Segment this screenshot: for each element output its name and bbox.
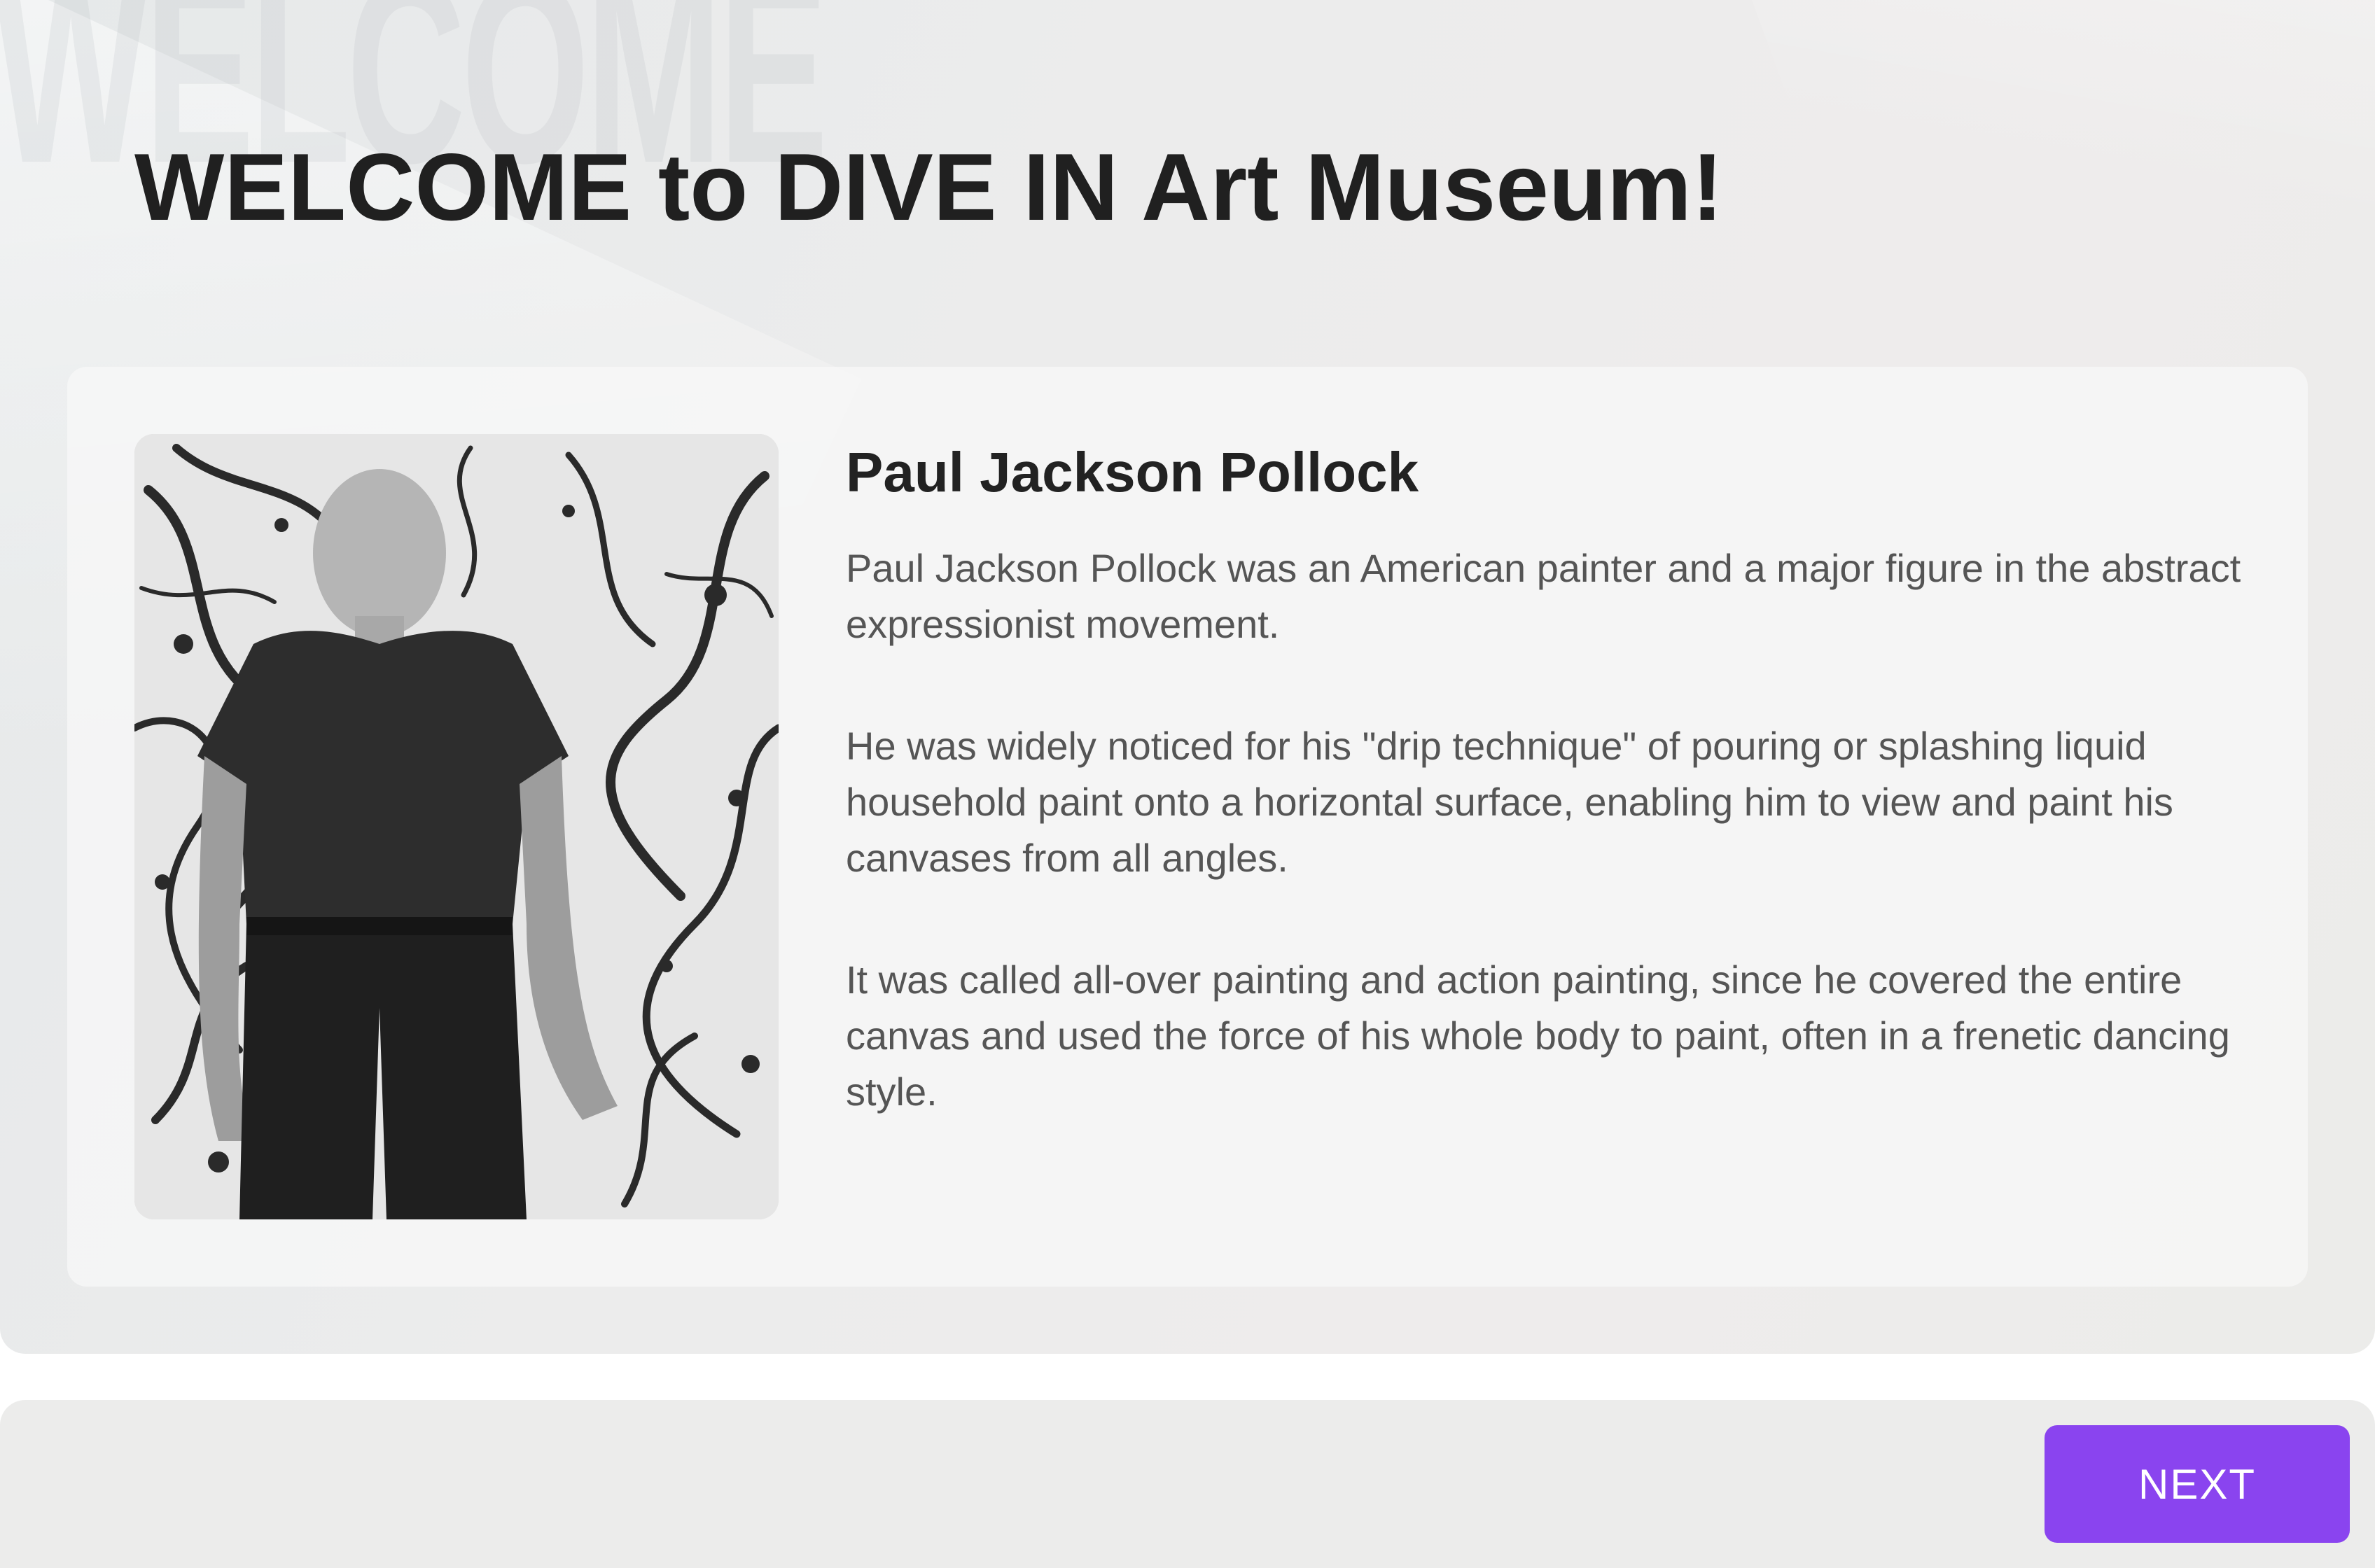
bio-paragraph-1: Paul Jackson Pollock was an American pai…	[846, 546, 2241, 646]
artist-name: Paul Jackson Pollock	[846, 441, 1419, 503]
welcome-hero: WELCOME WELCOME to DIVE IN Art Museum! P…	[0, 0, 2375, 1354]
portrait-photo-icon	[134, 434, 779, 1219]
artist-portrait-image	[134, 434, 779, 1219]
next-button[interactable]: NEXT	[2045, 1425, 2350, 1543]
artist-bio: Paul Jackson Pollock Paul Jackson Polloc…	[846, 434, 2253, 1120]
page-title: WELCOME to DIVE IN Art Museum!	[134, 134, 1724, 240]
bio-paragraph-3: It was called all-over painting and acti…	[846, 958, 2230, 1114]
bio-paragraph-2: He was widely noticed for his "drip tech…	[846, 724, 2173, 880]
artist-card: Paul Jackson Pollock Paul Jackson Polloc…	[67, 367, 2308, 1287]
footer-bar: NEXT	[0, 1400, 2375, 1568]
